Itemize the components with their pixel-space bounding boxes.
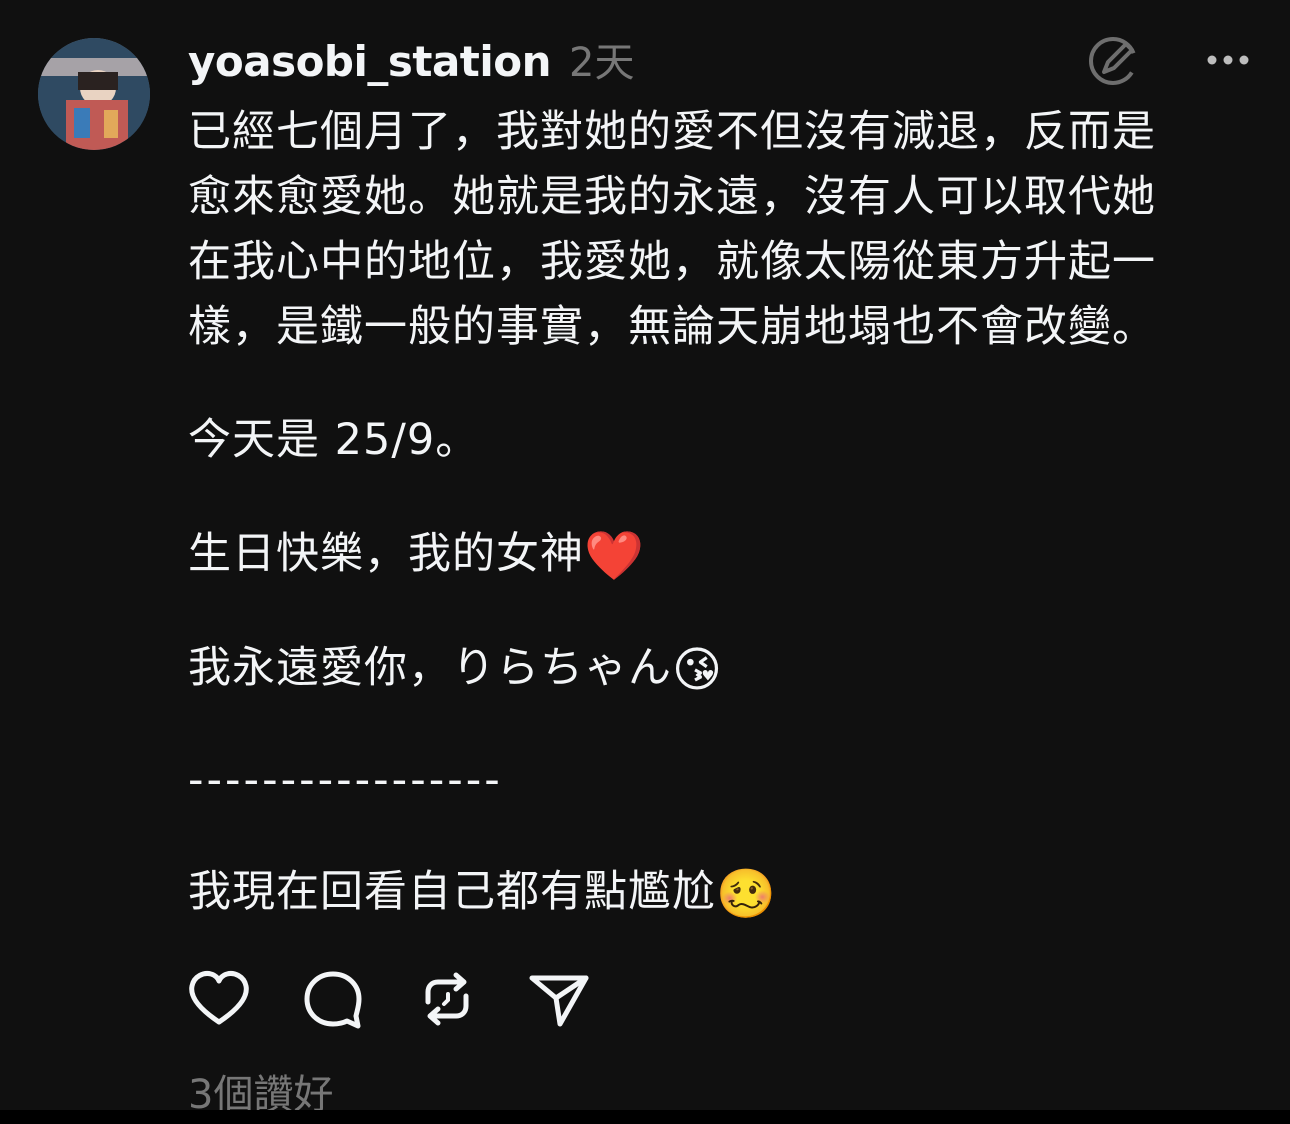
bottom-edge — [0, 1110, 1290, 1124]
heart-emoji: ❤️ — [584, 528, 645, 584]
woozy-emoji: 🥴 — [716, 866, 777, 922]
repost-icon[interactable] — [414, 966, 480, 1032]
birthday-text: 生日快樂，我的女神 — [188, 529, 584, 579]
thread-post: yoasobi_station 2天 已經七個月了，我對她的愛不但沒有減退，反而… — [0, 0, 1290, 1110]
body-line: 已經七個月了，我對她的愛不但沒有減退，反而是 — [188, 107, 1156, 157]
body-line: 愈來愈愛她。她就是我的永遠，沒有人可以取代她 — [188, 172, 1156, 222]
likes-count[interactable]: 3個讚好 — [188, 1062, 333, 1110]
post-body: 已經七個月了，我對她的愛不但沒有減退，反而是 愈來愈愛她。她就是我的永遠，沒有人… — [188, 100, 1248, 360]
date-paragraph: 今天是 25/9。 — [188, 415, 480, 465]
kiss-emoji: 😘 — [672, 642, 724, 698]
post-header: yoasobi_station 2天 — [188, 30, 635, 86]
awkward-paragraph: 我現在回看自己都有點尷尬🥴 — [188, 860, 777, 927]
body-line: 在我心中的地位，我愛她，就像太陽從東方升起一 — [188, 237, 1156, 287]
birthday-paragraph: 生日快樂，我的女神❤️ — [188, 522, 645, 589]
username[interactable]: yoasobi_station — [188, 37, 552, 86]
love-paragraph: 我永遠愛你，りらちゃん😘 — [188, 636, 723, 703]
body-line: 樣，是鐵一般的事實，無論天崩地塌也不會改變。 — [188, 302, 1156, 352]
edit-icon[interactable] — [1086, 32, 1142, 88]
timestamp: 2天 — [569, 40, 635, 86]
separator: ----------------- — [188, 755, 503, 805]
send-icon[interactable] — [526, 966, 592, 1032]
heart-icon[interactable] — [186, 966, 252, 1032]
awkward-text: 我現在回看自己都有點尷尬 — [188, 867, 716, 917]
more-icon[interactable] — [1204, 40, 1252, 80]
avatar[interactable] — [38, 38, 150, 150]
comment-icon[interactable] — [300, 966, 366, 1032]
love-text: 我永遠愛你，りらちゃん — [188, 643, 672, 693]
